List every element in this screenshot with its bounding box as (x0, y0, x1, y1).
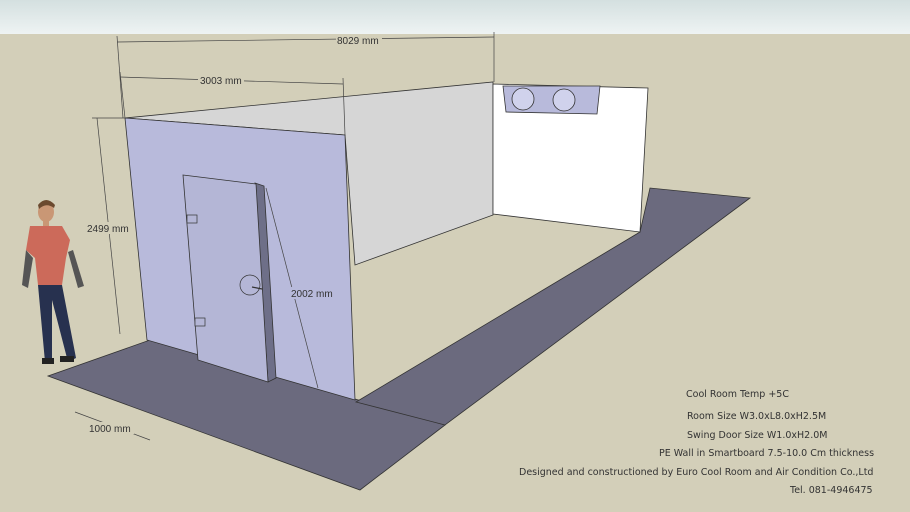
sky (0, 0, 910, 34)
swing-door (182, 174, 277, 383)
dimension-width: 3003 mm (200, 76, 242, 87)
dimension-door-height: 2002 mm (291, 289, 333, 300)
dimension-pad-width: 1000 mm (89, 424, 131, 435)
dimension-total-length: 8029 mm (337, 36, 379, 47)
evaporator-unit (502, 85, 601, 115)
fan-icon (552, 88, 576, 112)
door-handle-icon (239, 274, 261, 296)
fan-icon (511, 87, 535, 111)
cool-room-3d-model: 8029 mm 3003 mm 2499 mm 2002 mm 1000 mm (0, 0, 910, 512)
dimension-height: 2499 mm (87, 224, 129, 235)
